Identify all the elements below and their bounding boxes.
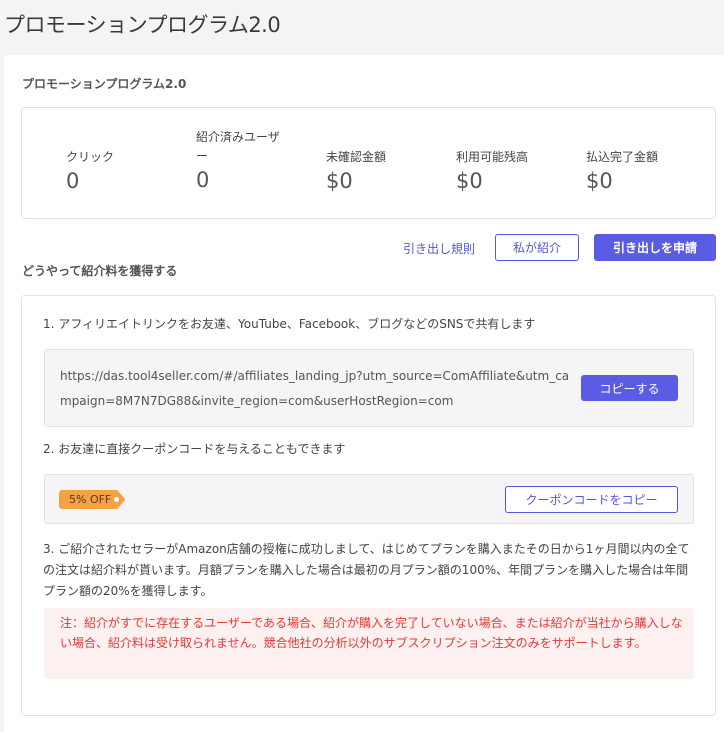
- stat-clicks: クリック 0: [66, 138, 114, 193]
- step-2-text: 2. お友達に直接クーポンコードを与えることもできます: [43, 442, 346, 456]
- note-box: 注：紹介がすでに存在するユーザーである場合、紹介が購入を完了していない場合、また…: [44, 608, 694, 679]
- coupon-tag: 5% OFF: [59, 490, 126, 509]
- stat-label: 未確認金額: [326, 150, 387, 164]
- stats-card: クリック 0 紹介済みユーザー 0 未確認金額 $0 利用可能残高 $0 払込完…: [21, 107, 716, 219]
- step-1-text: 1. アフィリエイトリンクをお友達、YouTube、Facebook、ブログなど…: [43, 317, 536, 331]
- page-title: プロモーションプログラム2.0: [4, 13, 281, 37]
- stat-label: 払込完了金額: [586, 150, 659, 164]
- panel-title: プロモーションプログラム2.0: [22, 77, 187, 91]
- copy-coupon-button[interactable]: クーポンコードをコピー: [505, 486, 678, 513]
- my-referral-button[interactable]: 私が紹介: [495, 234, 579, 261]
- request-withdrawal-button[interactable]: 引き出しを申請: [594, 234, 716, 261]
- stat-paid-amount: 払込完了金額 $0: [586, 138, 658, 193]
- note-text: 注：紹介がすでに存在するユーザーである場合、紹介が購入を完了していない場合、また…: [60, 616, 683, 650]
- how-to-earn-title: どうやって紹介料を獲得する: [22, 264, 178, 278]
- copy-link-button[interactable]: コピーする: [581, 375, 678, 401]
- stat-value: 0: [66, 169, 80, 193]
- tag-hole-icon: [114, 497, 120, 502]
- affiliate-link-box: https://das.tool4seller.com/#/affiliates…: [44, 349, 694, 427]
- stat-label: 利用可能残高: [456, 150, 529, 164]
- coupon-box: 5% OFF クーポンコードをコピー: [44, 474, 694, 524]
- stat-available-balance: 利用可能残高 $0: [456, 138, 528, 193]
- stat-label: 紹介済みユーザー: [196, 130, 280, 163]
- stat-referred-users: 紹介済みユーザー 0: [196, 128, 280, 192]
- step-3-text: 3. ご紹介されたセラーがAmazon店舗の授権に成功しまして、はじめてプランを…: [43, 542, 690, 598]
- coupon-tag-label: 5% OFF: [69, 493, 112, 506]
- stat-label: クリック: [66, 150, 115, 164]
- stat-unconfirmed-amount: 未確認金額 $0: [326, 138, 386, 193]
- stat-value: 0: [196, 168, 210, 192]
- stat-value: $0: [586, 169, 613, 193]
- affiliate-link-url[interactable]: https://das.tool4seller.com/#/affiliates…: [60, 364, 580, 414]
- stat-value: $0: [326, 169, 353, 193]
- stat-value: $0: [456, 169, 483, 193]
- withdrawal-rules-link[interactable]: 引き出し規則: [403, 240, 475, 257]
